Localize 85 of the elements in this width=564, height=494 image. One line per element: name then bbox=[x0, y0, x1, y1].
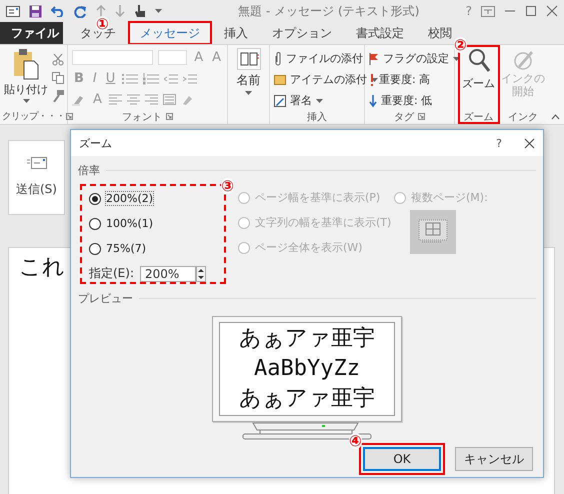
close-icon[interactable] bbox=[524, 138, 535, 148]
ribbon-tab[interactable]: メッセージ bbox=[129, 22, 211, 44]
insert-menu-item[interactable]: ファイルの添付 bbox=[274, 51, 378, 66]
callout-number: ④ bbox=[349, 433, 362, 449]
group-label: インク bbox=[508, 110, 538, 124]
collapse-ribbon-icon[interactable] bbox=[550, 114, 560, 120]
down-arrow-icon[interactable] bbox=[115, 5, 125, 17]
envelope-icon bbox=[274, 74, 286, 84]
preview-text: AaBbYyZz bbox=[254, 355, 360, 383]
envelope-icon[interactable] bbox=[6, 6, 20, 16]
caret-icon[interactable] bbox=[245, 91, 252, 95]
redo-icon[interactable] bbox=[74, 4, 87, 18]
align-right-icon[interactable] bbox=[144, 94, 158, 105]
outdent-icon[interactable] bbox=[164, 72, 178, 84]
callout-number: ① bbox=[96, 16, 109, 32]
help-button[interactable]: ? bbox=[496, 136, 502, 150]
spin-button[interactable] bbox=[196, 266, 206, 282]
scissors-icon[interactable] bbox=[52, 54, 64, 66]
down-arrow-icon bbox=[369, 94, 377, 106]
numbering-icon[interactable] bbox=[143, 72, 160, 84]
indent-icon[interactable] bbox=[183, 72, 198, 84]
close-icon[interactable] bbox=[546, 5, 558, 17]
save-icon[interactable] bbox=[29, 4, 42, 18]
ribbon-display-icon[interactable] bbox=[481, 6, 495, 16]
radio-option[interactable]: 200%(2) bbox=[89, 190, 154, 207]
preview-text: あぁアァ亜宇 bbox=[239, 325, 375, 353]
highlighter-icon[interactable] bbox=[72, 94, 86, 106]
window-title: 無題 - メッセージ (テキスト形式) bbox=[237, 2, 420, 20]
cancel-button[interactable]: キャンセル bbox=[455, 447, 533, 471]
book-icon bbox=[236, 48, 260, 70]
field-label: 指定(E): bbox=[89, 265, 134, 282]
caret-icon[interactable] bbox=[453, 56, 460, 60]
caret-icon[interactable] bbox=[316, 98, 323, 102]
insert-menu-item[interactable]: 署名 bbox=[274, 93, 378, 108]
paste-button[interactable]: 貼り付け bbox=[4, 48, 48, 109]
dialog-title: ズーム bbox=[79, 136, 113, 150]
dialog-launcher-icon[interactable] bbox=[166, 113, 173, 120]
radio-option[interactable]: 75%(7) bbox=[89, 240, 146, 257]
section-label: プレビュー bbox=[78, 290, 133, 306]
copy-icon[interactable] bbox=[52, 72, 64, 84]
pages-grid-icon bbox=[418, 219, 448, 245]
align-left-icon[interactable] bbox=[108, 94, 122, 105]
caret-icon[interactable] bbox=[22, 99, 30, 103]
ribbon-tab[interactable]: オプション bbox=[261, 22, 343, 44]
dialog-launcher-icon[interactable] bbox=[66, 113, 73, 120]
customize-caret-icon[interactable] bbox=[155, 9, 162, 13]
maximize-icon[interactable] bbox=[525, 5, 537, 17]
section-label: 倍率 bbox=[78, 162, 100, 178]
radio-option[interactable]: 100%(1) bbox=[89, 215, 154, 232]
send-button[interactable]: 送信(S) bbox=[8, 140, 65, 215]
insert-menu-item[interactable]: アイテムの添付 bbox=[274, 72, 378, 87]
group-label: 挿入 bbox=[307, 110, 327, 124]
body-text: これ bbox=[19, 255, 65, 280]
group-label: クリップ・・・ bbox=[2, 110, 65, 123]
up-arrow-icon[interactable] bbox=[96, 5, 106, 17]
justify-icon[interactable] bbox=[162, 94, 176, 105]
callout-number: ③ bbox=[221, 178, 234, 194]
search-icon bbox=[468, 48, 490, 74]
clear-format-icon[interactable] bbox=[180, 94, 193, 106]
group-label: ズーム bbox=[464, 110, 494, 124]
group-label: フォント bbox=[122, 110, 162, 124]
touch-hand-icon[interactable] bbox=[134, 4, 146, 18]
tag-menu-item[interactable]: フラグの設定 bbox=[369, 51, 460, 66]
zoom-percent-field[interactable]: 200% bbox=[140, 266, 196, 282]
ok-button[interactable]: OK bbox=[363, 447, 441, 471]
group-label: タグ bbox=[394, 110, 414, 124]
font-name-field[interactable] bbox=[72, 50, 153, 65]
signature-pen-icon bbox=[274, 94, 286, 106]
send-envelope-icon bbox=[26, 157, 46, 171]
font-size-field[interactable] bbox=[158, 50, 188, 65]
bullets-icon[interactable] bbox=[122, 72, 138, 84]
paperclip-icon bbox=[274, 52, 282, 66]
address-book-button[interactable]: 名前 bbox=[236, 48, 260, 109]
clipboard-icon bbox=[13, 48, 39, 80]
preview-text: あぁアァ亜宇 bbox=[239, 385, 375, 413]
dialog-launcher-icon[interactable] bbox=[418, 113, 425, 120]
ribbon-tab[interactable]: 書式設定 bbox=[345, 22, 415, 44]
align-center-icon[interactable] bbox=[126, 94, 140, 105]
flag-icon bbox=[369, 52, 379, 64]
callout-number: ② bbox=[454, 37, 467, 53]
exclamation-icon bbox=[369, 74, 375, 86]
ribbon-tab[interactable]: 挿入 bbox=[213, 22, 259, 44]
format-painter-icon[interactable] bbox=[52, 90, 64, 102]
undo-icon[interactable] bbox=[51, 5, 65, 17]
ribbon-tab[interactable]: ファイル bbox=[0, 22, 63, 44]
